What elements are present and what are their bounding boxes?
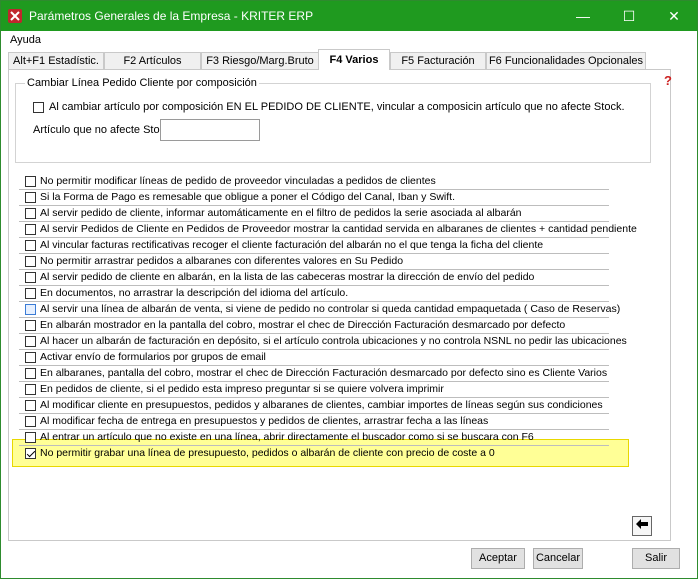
option-checkbox[interactable]	[25, 256, 36, 267]
option-checkbox[interactable]	[25, 384, 36, 395]
list-item[interactable]: Al modificar cliente en presupuestos, pe…	[19, 397, 609, 414]
option-label: No permitir arrastrar pedidos a albarane…	[40, 255, 404, 267]
option-label: Al modificar cliente en presupuestos, pe…	[40, 399, 603, 411]
list-item[interactable]: Si la Forma de Pago es remesable que obl…	[19, 189, 609, 206]
list-item[interactable]: En albaranes, pantalla del cobro, mostra…	[19, 365, 609, 382]
minimize-button[interactable]: —	[560, 1, 606, 31]
maximize-button[interactable]: ☐	[606, 1, 652, 31]
options-list: No permitir modificar líneas de pedido d…	[19, 173, 637, 469]
composicion-checkbox[interactable]	[33, 102, 44, 113]
list-item[interactable]: No permitir modificar líneas de pedido d…	[19, 173, 609, 190]
parametros-window: Parámetros Generales de la Empresa - KRI…	[0, 0, 698, 579]
list-item[interactable]: Al entrar un artículo que no existe en u…	[19, 429, 609, 446]
menu-bar: Ayuda	[1, 31, 697, 49]
option-checkbox[interactable]	[25, 320, 36, 331]
option-label: No permitir grabar una línea de presupue…	[40, 447, 495, 459]
option-checkbox[interactable]	[25, 272, 36, 283]
tab-articulos[interactable]: F2 Artículos	[104, 52, 201, 69]
option-checkbox[interactable]	[25, 240, 36, 251]
option-label: En albaranes, pantalla del cobro, mostra…	[40, 367, 608, 379]
app-logo-icon	[8, 9, 22, 23]
option-checkbox[interactable]	[25, 448, 36, 459]
list-item[interactable]: En albarán mostrador en la pantalla del …	[19, 317, 609, 334]
option-label: Al entrar un artículo que no existe en u…	[40, 431, 534, 443]
option-label: Al servir una línea de albarán de venta,…	[40, 303, 621, 315]
option-checkbox[interactable]	[25, 176, 36, 187]
articulo-field-label: Artículo que no afecte Stock.	[33, 124, 174, 136]
option-checkbox[interactable]	[25, 368, 36, 379]
list-item[interactable]: Al vincular facturas rectificativas reco…	[19, 237, 609, 254]
option-label: No permitir modificar líneas de pedido d…	[40, 175, 436, 187]
option-label: Al modificar fecha de entrega en presupu…	[40, 415, 489, 427]
option-checkbox[interactable]	[25, 304, 36, 315]
tab-strip: Alt+F1 Estadístic. F2 Artículos F3 Riesg…	[8, 49, 694, 70]
tab-riesgo[interactable]: F3 Riesgo/Marg.Bruto	[201, 52, 319, 69]
menu-ayuda[interactable]: Ayuda	[10, 34, 41, 46]
option-label: En pedidos de cliente, si el pedido esta…	[40, 383, 444, 395]
arrow-left-icon	[636, 519, 648, 529]
list-item[interactable]: No permitir grabar una línea de presupue…	[19, 445, 609, 462]
composicion-group-title: Cambiar Línea Pedido Cliente por composi…	[25, 77, 259, 89]
option-label: Al servir pedido de cliente, informar au…	[40, 207, 522, 219]
option-label: En documentos, no arrastrar la descripci…	[40, 287, 349, 299]
svg-text:?: ?	[664, 73, 672, 87]
option-checkbox[interactable]	[25, 432, 36, 443]
option-checkbox[interactable]	[25, 336, 36, 347]
composicion-group	[15, 83, 651, 163]
cancel-button[interactable]: Cancelar	[533, 548, 583, 569]
list-item[interactable]: En pedidos de cliente, si el pedido esta…	[19, 381, 609, 398]
back-arrow-button[interactable]	[632, 516, 652, 536]
option-label: En albarán mostrador en la pantalla del …	[40, 319, 566, 331]
list-item[interactable]: En documentos, no arrastrar la descripci…	[19, 285, 609, 302]
articulo-stock-input[interactable]	[160, 119, 260, 141]
option-label: Al servir Pedidos de Cliente en Pedidos …	[40, 223, 637, 235]
option-label: Al vincular facturas rectificativas reco…	[40, 239, 544, 251]
tab-varios[interactable]: F4 Varios	[318, 49, 390, 70]
close-button[interactable]: ✕	[651, 1, 697, 31]
exit-button[interactable]: Salir	[632, 548, 680, 569]
list-item[interactable]: Al hacer un albarán de facturación en de…	[19, 333, 627, 350]
option-checkbox[interactable]	[25, 352, 36, 363]
option-checkbox[interactable]	[25, 208, 36, 219]
option-checkbox[interactable]	[25, 400, 36, 411]
list-item[interactable]: Al servir pedido de cliente, informar au…	[19, 205, 609, 222]
tab-funcionalidades[interactable]: F6 Funcionalidades Opcionales	[486, 52, 646, 69]
tab-estadistic[interactable]: Alt+F1 Estadístic.	[8, 52, 104, 69]
option-checkbox[interactable]	[25, 192, 36, 203]
option-label: Al servir pedido de cliente en albarán, …	[40, 271, 535, 283]
list-item[interactable]: Activar envío de formularios por grupos …	[19, 349, 609, 366]
option-checkbox[interactable]	[25, 416, 36, 427]
option-checkbox[interactable]	[25, 224, 36, 235]
title-bar[interactable]: Parámetros Generales de la Empresa - KRI…	[1, 1, 697, 31]
list-item[interactable]: Al servir pedido de cliente en albarán, …	[19, 269, 609, 286]
tab-facturacion[interactable]: F5 Facturación	[390, 52, 486, 69]
list-item[interactable]: Al servir Pedidos de Cliente en Pedidos …	[19, 221, 637, 238]
composicion-checkbox-label: Al cambiar artículo por composición EN E…	[49, 101, 625, 113]
option-label: Activar envío de formularios por grupos …	[40, 351, 266, 363]
list-item[interactable]: No permitir arrastrar pedidos a albarane…	[19, 253, 609, 270]
list-item[interactable]: Al servir una línea de albarán de venta,…	[19, 301, 620, 318]
option-label: Si la Forma de Pago es remesable que obl…	[40, 191, 455, 203]
window-title: Parámetros Generales de la Empresa - KRI…	[29, 9, 314, 23]
list-item[interactable]: Al modificar fecha de entrega en presupu…	[19, 413, 609, 430]
accept-button[interactable]: Aceptar	[471, 548, 525, 569]
option-label: Al hacer un albarán de facturación en de…	[40, 335, 627, 347]
help-icon[interactable]: ?	[663, 73, 677, 88]
option-checkbox[interactable]	[25, 288, 36, 299]
